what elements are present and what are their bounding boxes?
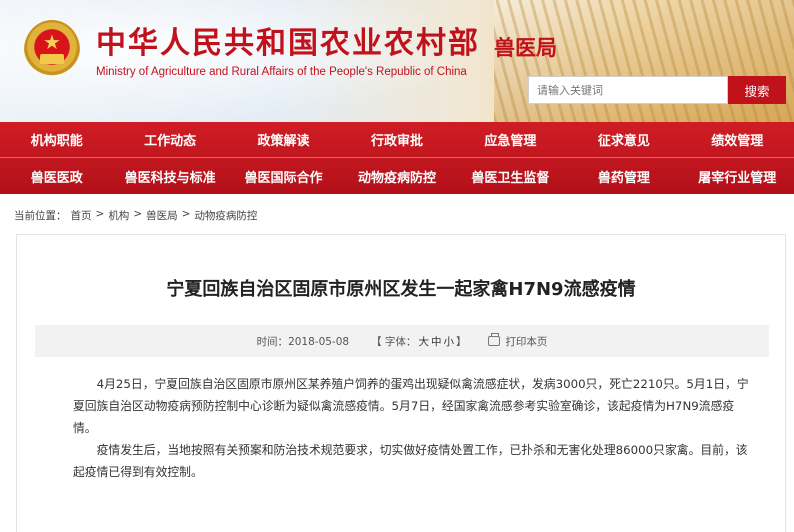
main-nav: 机构职能 工作动态 政策解读 行政审批 应急管理 征求意见 绩效管理 兽医医政 … (0, 122, 794, 194)
font-size-large-button[interactable]: 大 (418, 334, 429, 349)
breadcrumb: 当前位置： 首页 > 机构 > 兽医局 > 动物疫病防控 (14, 208, 257, 223)
breadcrumb-separator: > (181, 208, 191, 220)
nav-item-jigou-zhineng[interactable]: 机构职能 (0, 130, 113, 149)
article-meta-bar: 时间：2018-05-08 【 字体： 大 中 小 】 打印本页 (35, 325, 769, 357)
article-body: 4月25日，宁夏回族自治区固原市原州区某养殖户饲养的蛋鸡出现疑似禽流感症状，发病… (73, 373, 753, 483)
nav-item-keji-biaozhun[interactable]: 兽医科技与标准 (113, 167, 226, 186)
article-title: 宁夏回族自治区固原市原州区发生一起家禽H7N9流感疫情 (166, 279, 636, 300)
nav-item-zhengce-jiedu[interactable]: 政策解读 (227, 130, 340, 149)
site-header: ★ 中华人民共和国农业农村部 Ministry of Agriculture a… (0, 0, 794, 122)
publish-time-value: 2018-05-08 (288, 335, 350, 348)
search-button[interactable]: 搜索 (728, 76, 786, 104)
font-size-small-button[interactable]: 小 (443, 334, 454, 349)
printer-icon (488, 333, 501, 346)
nav-item-shouyi-yizheng[interactable]: 兽医医政 (0, 167, 113, 186)
print-label: 打印本页 (505, 335, 548, 348)
nav-item-yibing-fangkong[interactable]: 动物疫病防控 (340, 167, 453, 186)
breadcrumb-item-bureau[interactable]: 兽医局 (146, 208, 178, 223)
nav-item-guoji-hezuo[interactable]: 兽医国际合作 (227, 167, 340, 186)
article-paragraph: 4月25日，宁夏回族自治区固原市原州区某养殖户饲养的蛋鸡出现疑似禽流感症状，发病… (73, 377, 749, 435)
nav-item-shouyao-guanli[interactable]: 兽药管理 (567, 167, 680, 186)
publish-time: 时间：2018-05-08 (257, 334, 350, 349)
national-emblem-icon: ★ (24, 20, 80, 80)
breadcrumb-prefix: 当前位置： (14, 210, 67, 222)
search-input[interactable] (528, 76, 728, 104)
nav-item-zhengqiu-yijian[interactable]: 征求意见 (567, 130, 680, 149)
breadcrumb-item-institution[interactable]: 机构 (108, 208, 129, 223)
font-size-controls: 【 字体： 大 中 小 】 (371, 334, 466, 349)
bureau-name: 兽医局 (494, 35, 557, 60)
nav-row-1: 机构职能 工作动态 政策解读 行政审批 应急管理 征求意见 绩效管理 (0, 122, 794, 158)
publish-time-label: 时间： (256, 335, 289, 348)
nav-row-2: 兽医医政 兽医科技与标准 兽医国际合作 动物疫病防控 兽医卫生监督 兽药管理 屠… (0, 158, 794, 194)
font-size-label: 【 字体： (371, 335, 417, 348)
ministry-title: 中华人民共和国农业农村部 (96, 26, 480, 61)
breadcrumb-item-home[interactable]: 首页 (71, 208, 92, 223)
nav-item-tuzai-hangye[interactable]: 屠宰行业管理 (681, 167, 794, 186)
print-button[interactable]: 打印本页 (488, 333, 548, 349)
breadcrumb-item-disease-control[interactable]: 动物疫病防控 (194, 208, 257, 223)
font-size-medium-button[interactable]: 中 (431, 334, 442, 349)
nav-item-gongzuo-dongtai[interactable]: 工作动态 (113, 130, 226, 149)
ministry-title-english: Ministry of Agriculture and Rural Affair… (96, 66, 467, 78)
nav-item-xingzheng-shenpi[interactable]: 行政审批 (340, 130, 453, 149)
nav-item-weisheng-jiandu[interactable]: 兽医卫生监督 (454, 167, 567, 186)
article-paragraph: 疫情发生后，当地按照有关预案和防治技术规范要求，切实做好疫情处置工作，已扑杀和无… (73, 443, 748, 479)
font-size-close: 】 (455, 335, 467, 348)
nav-item-yingji-guanli[interactable]: 应急管理 (454, 130, 567, 149)
breadcrumb-separator: > (133, 208, 143, 220)
article-container: 宁夏回族自治区固原市原州区发生一起家禽H7N9流感疫情 时间：2018-05-0… (16, 234, 786, 532)
breadcrumb-separator: > (95, 208, 105, 220)
nav-item-jixiao-guanli[interactable]: 绩效管理 (681, 130, 794, 149)
